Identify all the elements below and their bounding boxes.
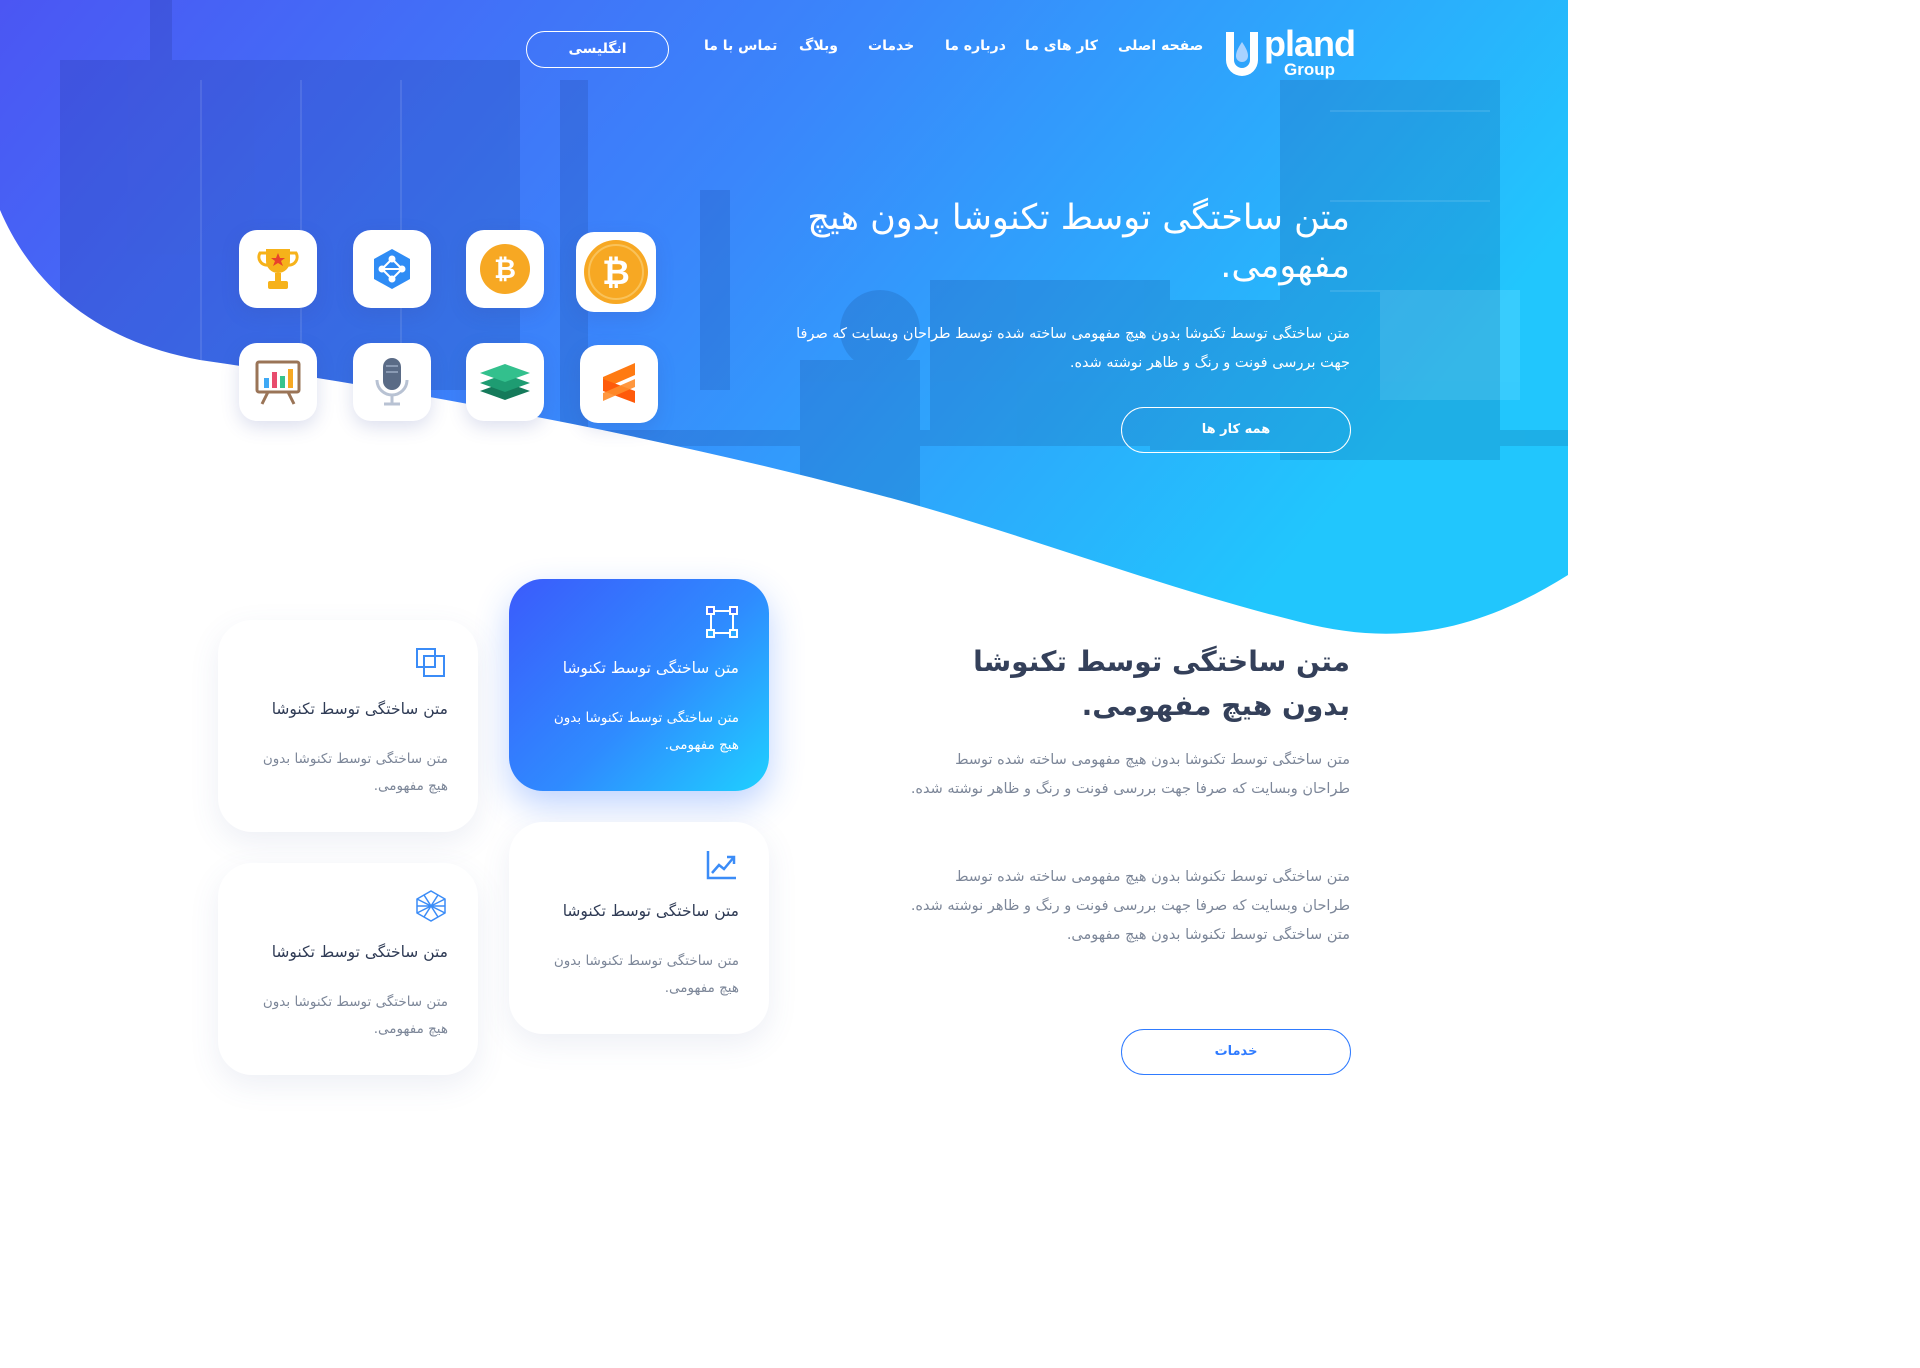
section-paragraph-2: متن ساختگی توسط تکنوشا بدون هیچ مفهومی س… — [910, 869, 1350, 943]
svg-text:₿: ₿ — [602, 253, 630, 293]
service-card[interactable]: متن ساختگی توسط تکنوشا متن ساختگی توسط ت… — [509, 579, 769, 791]
card-title: متن ساختگی توسط تکنوشا — [562, 659, 739, 677]
card-text: متن ساختگی توسط تکنوشا بدون هیچ مفهومی. — [262, 994, 448, 1037]
nav-about[interactable]: درباره ما — [945, 38, 1006, 60]
card-title: متن ساختگی توسط تکنوشا — [271, 700, 448, 718]
nav-contact[interactable]: تماس با ما — [704, 38, 777, 60]
svg-text:₿: ₿ — [494, 254, 516, 285]
layers-icon — [480, 364, 530, 400]
copy-icon — [416, 648, 445, 677]
hero-section: pland Group صفحه اصلی کار های ما درباره … — [0, 0, 1568, 660]
tile-microphone[interactable] — [353, 343, 431, 421]
logo-sub: Group — [1284, 60, 1335, 79]
tile-trophy[interactable] — [239, 230, 317, 308]
tile-bitcoin-large[interactable]: ₿ — [576, 232, 656, 312]
presentation-chart-icon — [255, 360, 301, 405]
network-icon — [374, 249, 410, 289]
tile-layers[interactable] — [466, 343, 544, 421]
services-button[interactable]: خدمات — [1121, 1029, 1351, 1075]
service-card[interactable]: متن ساختگی توسط تکنوشا متن ساختگی توسط ت… — [218, 620, 478, 832]
hero-title: متن ساختگی توسط تکنوشا بدون هیچ مفهومی. — [807, 198, 1350, 286]
tile-sublime[interactable] — [580, 345, 658, 423]
microphone-icon — [375, 358, 409, 406]
tile-presentation[interactable] — [239, 343, 317, 421]
nav-works[interactable]: کار های ما — [1025, 38, 1098, 60]
language-button[interactable]: انگلیسی — [526, 31, 669, 68]
card-text: متن ساختگی توسط تکنوشا بدون هیچ مفهومی. — [262, 751, 448, 794]
logo-mark-icon — [1226, 32, 1258, 76]
trophy-icon — [257, 249, 299, 289]
card-text: متن ساختگی توسط تکنوشا بدون هیچ مفهومی. — [553, 710, 739, 753]
section-title: متن ساختگی توسط تکنوشا بدون هیچ مفهومی. — [973, 645, 1350, 722]
sublime-icon — [603, 363, 635, 403]
card-text: متن ساختگی توسط تکنوشا بدون هیچ مفهومی. — [553, 953, 739, 996]
bitcoin-icon: ₿ — [480, 244, 530, 294]
tile-network[interactable] — [353, 230, 431, 308]
service-card[interactable]: متن ساختگی توسط تکنوشا متن ساختگی توسط ت… — [218, 863, 478, 1075]
service-card[interactable]: متن ساختگی توسط تکنوشا متن ساختگی توسط ت… — [509, 822, 769, 1034]
card-title: متن ساختگی توسط تکنوشا — [271, 943, 448, 961]
nav-blog[interactable]: وبلاگ — [799, 38, 838, 60]
hero-description: متن ساختگی توسط تکنوشا بدون هیچ مفهومی س… — [796, 326, 1350, 371]
tile-bitcoin-small[interactable]: ₿ — [466, 230, 544, 308]
trend-chart-icon — [706, 851, 736, 880]
section-paragraph-1: متن ساختگی توسط تکنوشا بدون هیچ مفهومی س… — [910, 752, 1350, 797]
card-title: متن ساختگی توسط تکنوشا — [562, 902, 739, 920]
nav-home[interactable]: صفحه اصلی — [1118, 38, 1203, 60]
frame-select-icon — [706, 606, 738, 638]
all-works-button[interactable]: همه کار ها — [1121, 407, 1351, 453]
brand-logo[interactable]: pland Group — [1222, 22, 1356, 84]
nav-services[interactable]: خدمات — [868, 38, 914, 60]
logo-word: pland — [1264, 23, 1356, 64]
hexagon-mesh-icon — [416, 890, 446, 922]
bitcoin-icon: ₿ — [584, 240, 648, 304]
